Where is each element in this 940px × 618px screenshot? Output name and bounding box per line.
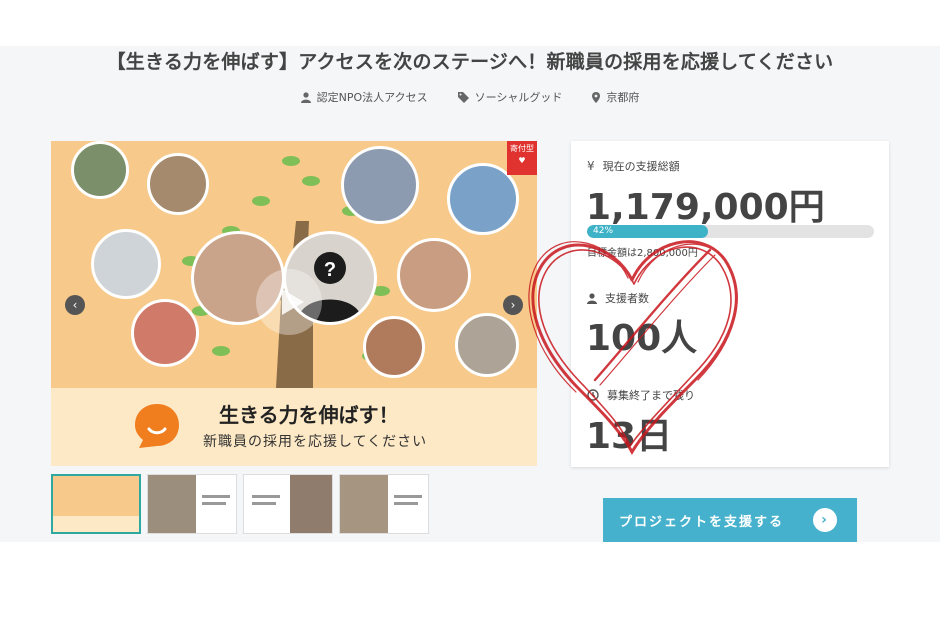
play-icon [282, 289, 304, 315]
project-meta: 認定NPO法人アクセス ソーシャルグッド 京都府 [0, 89, 940, 105]
chevron-left-icon: ‹ [72, 298, 78, 312]
donation-type-badge: 寄付型 ♥ [507, 141, 537, 175]
yen-icon: ¥ [587, 159, 595, 173]
total-amount-label: 現在の支援総額 [602, 160, 680, 173]
meta-location-label: 京都府 [606, 91, 640, 104]
thumbnail-strip [51, 474, 429, 534]
remaining-label-row: 募集終了まで残り [587, 387, 695, 403]
remaining-value: 13日 [586, 416, 673, 457]
thumbnail-4[interactable] [339, 474, 429, 534]
progress-bar: 42% [587, 225, 874, 238]
project-title: 【生きる力を伸ばす】アクセスを次のステージへ！新職員の採用を応援してください [106, 51, 834, 73]
person-photo [71, 141, 129, 199]
donation-type-label: 寄付型 [510, 144, 534, 153]
thumbnail-2[interactable] [147, 474, 237, 534]
supporters-label-row: 支援者数 [587, 290, 649, 306]
total-amount-label-row: ¥ 現在の支援総額 [587, 158, 680, 174]
support-project-label: プロジェクトを支援する [619, 514, 785, 530]
person-photo [455, 313, 519, 377]
person-photo [91, 229, 161, 299]
thumbnail-1[interactable] [51, 474, 141, 534]
user-icon [300, 91, 311, 103]
person-photo [131, 299, 199, 367]
person-photo [341, 146, 419, 224]
total-amount-value: 1,179,000円 [586, 187, 825, 228]
hand-heart-icon: ♥ [518, 156, 526, 165]
hero-caption-main: 生きる力を伸ばす！ [219, 403, 399, 427]
meta-category-label: ソーシャルグッド [474, 91, 563, 104]
hero-image[interactable]: ? 寄付型 ♥ 生きる力を伸ばす！ 新職員の採用を応援してください ‹ › [51, 141, 537, 466]
progress-bar-fill: 42% [587, 225, 708, 238]
location-pin-icon [592, 91, 601, 103]
funding-stats-card: ¥ 現在の支援総額 1,179,000円 42% 目標金額は2,800,000円… [571, 141, 889, 467]
remaining-label: 募集終了まで残り [607, 389, 695, 402]
person-photo [397, 238, 471, 312]
goal-amount: 目標金額は2,800,000円 [587, 248, 698, 259]
user-icon [587, 292, 597, 304]
speech-bubble-logo [133, 402, 181, 450]
meta-organization[interactable]: 認定NPO法人アクセス [300, 89, 428, 105]
video-play-button[interactable] [256, 269, 322, 335]
arrow-right-circle-icon: › [813, 508, 837, 532]
supporters-value: 100人 [586, 318, 698, 359]
tag-icon [457, 91, 469, 103]
thumbnail-3[interactable] [243, 474, 333, 534]
slider-prev-button[interactable]: ‹ [65, 295, 85, 315]
meta-location[interactable]: 京都府 [592, 89, 639, 105]
person-photo [147, 153, 209, 215]
meta-organization-label: 認定NPO法人アクセス [316, 91, 428, 104]
svg-text:?: ? [324, 259, 336, 281]
progress-percent: 42% [593, 226, 614, 236]
supporters-label: 支援者数 [605, 292, 649, 305]
slider-next-button[interactable]: › [503, 295, 523, 315]
support-project-button[interactable]: プロジェクトを支援する › [603, 498, 857, 542]
person-photo [363, 316, 425, 378]
chevron-right-icon: › [510, 298, 516, 312]
meta-category[interactable]: ソーシャルグッド [457, 89, 563, 105]
hero-caption-sub: 新職員の採用を応援してください [203, 434, 428, 450]
clock-icon [587, 389, 599, 401]
